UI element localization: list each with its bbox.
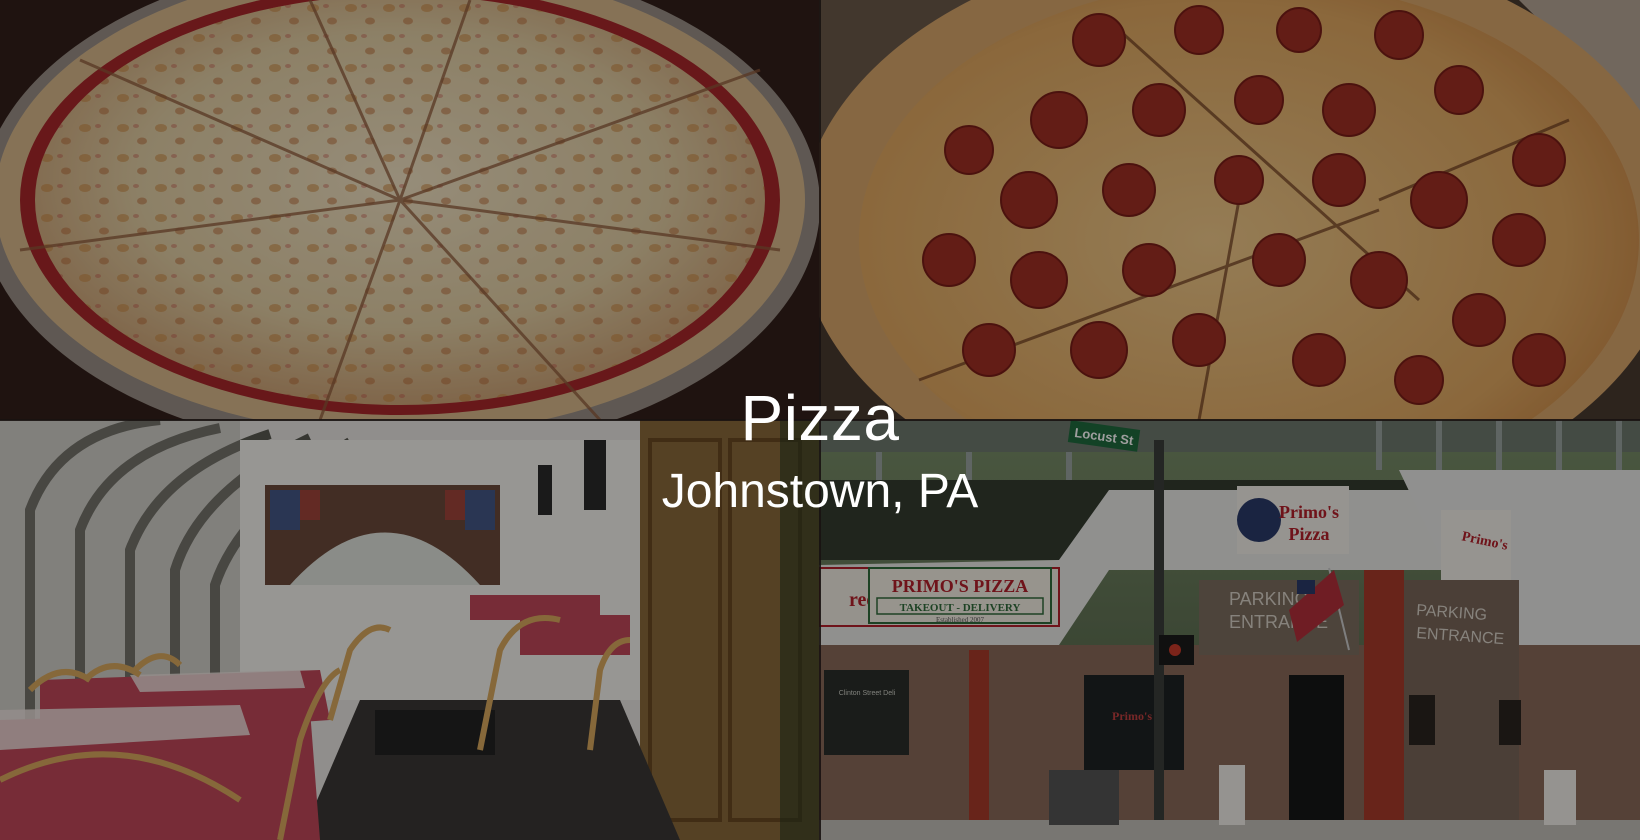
storefront-image: Primo's Pizza Primo's reet PRIMO'S PIZZA… [819,420,1640,840]
svg-text:Pizza: Pizza [1289,524,1330,544]
neighbor-sign-text: Clinton Street Deli [839,690,896,697]
horizontal-divider [0,419,1640,421]
pepperoni-pizza-image [819,0,1640,420]
main-sign-est-text: Established 2007 [936,616,985,624]
pepperoni-pizza-photo [819,0,1640,420]
cheese-pizza-image [0,0,819,420]
photo-collage: Primo's Pizza Primo's reet PRIMO'S PIZZA… [0,0,1640,840]
dining-room-image [0,420,819,840]
cheese-pizza-photo [0,0,819,420]
window-sign-text: Primo's [1112,709,1152,723]
logo-sign-text: Primo's [1279,502,1339,522]
main-sign-text: PRIMO'S PIZZA [892,576,1029,596]
dining-room-photo [0,420,819,840]
main-sign-sub-text: TAKEOUT - DELIVERY [900,602,1021,614]
storefront-photo: Primo's Pizza Primo's reet PRIMO'S PIZZA… [819,420,1640,840]
